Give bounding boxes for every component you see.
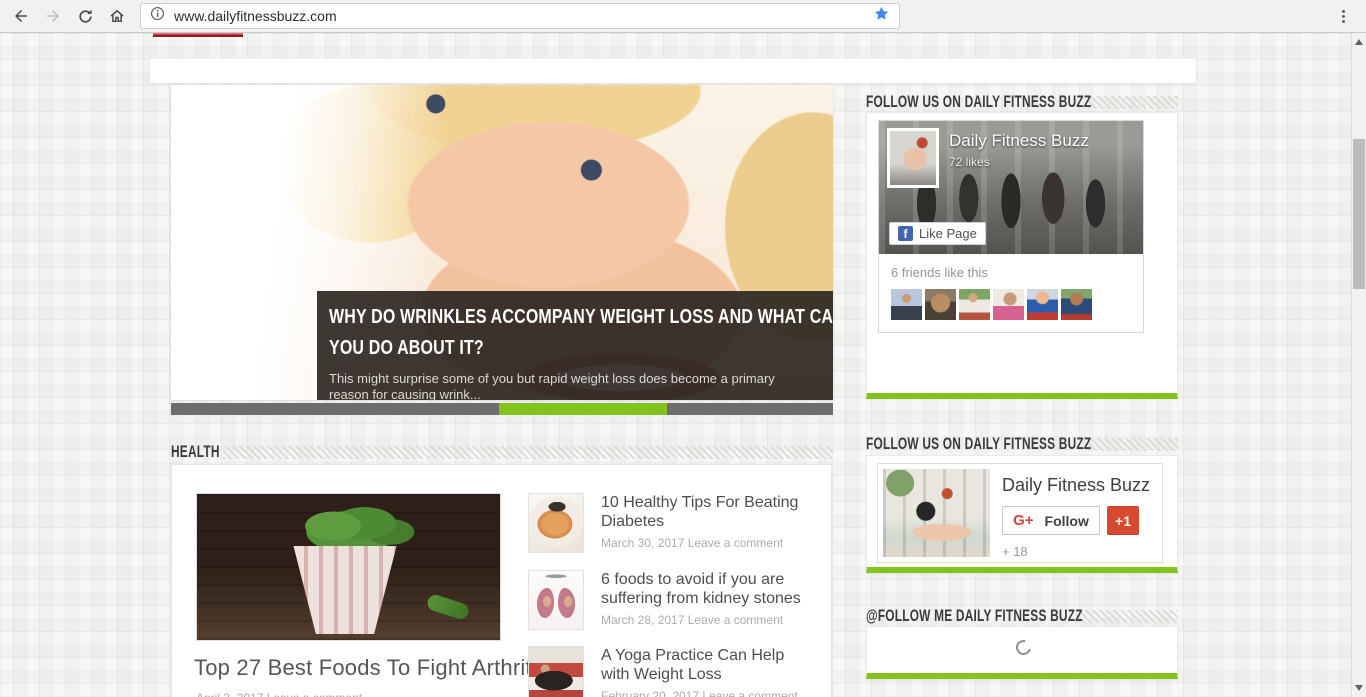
gplus-icon: G+ (1013, 512, 1033, 529)
facebook-widget-heading: FOLLOW US ON DAILY FITNESS BUZZ (866, 92, 1178, 112)
friend-avatar[interactable] (1027, 289, 1058, 320)
loading-spinner-icon (1013, 637, 1033, 657)
slider-progress-fill (499, 403, 667, 415)
browser-menu-button[interactable] (1334, 7, 1352, 25)
facebook-page-widget: Daily Fitness Buzz 72 likes f Like Page … (866, 112, 1178, 399)
follow-label: Follow (1045, 513, 1089, 529)
three-dots-icon (1342, 10, 1345, 13)
info-circle-icon[interactable] (150, 6, 165, 26)
like-page-label: Like Page (919, 226, 977, 241)
pea-cup-shape (289, 546, 401, 634)
featured-article-meta: April 3, 2017 Leave a comment (196, 691, 362, 697)
friend-avatar[interactable] (959, 289, 990, 320)
home-button[interactable] (104, 3, 130, 29)
gplus-heading-text: FOLLOW US ON DAILY FITNESS BUZZ (866, 434, 1091, 454)
article-title[interactable]: 6 foods to avoid if you are suffering fr… (601, 570, 810, 608)
hero-excerpt: This might surprise some of you but rapi… (329, 371, 807, 400)
plus-one-button[interactable]: +1 (1107, 506, 1139, 535)
hero-title-link[interactable]: WHY DO WRINKLES ACCOMPANY WEIGHT LOSS AN… (329, 302, 833, 364)
facebook-like-page-button[interactable]: f Like Page (889, 222, 986, 245)
facebook-profile-picture[interactable] (887, 128, 939, 188)
heading-stripes-decoration (1076, 610, 1178, 623)
facebook-heading-text: FOLLOW US ON DAILY FITNESS BUZZ (866, 92, 1091, 112)
url-text[interactable]: www.dailyfitnessbuzz.com (174, 8, 873, 24)
gplus-widget-heading: FOLLOW US ON DAILY FITNESS BUZZ (866, 434, 1178, 454)
article-thumbnail[interactable] (528, 570, 584, 630)
home-icon (108, 7, 126, 25)
article-title[interactable]: A Yoga Practice Can Help with Weight Los… (601, 646, 810, 684)
reload-button[interactable] (72, 3, 98, 29)
page-scrollbar[interactable] (1351, 33, 1366, 697)
hero-slide[interactable]: WHY DO WRINKLES ACCOMPANY WEIGHT LOSS AN… (171, 85, 833, 400)
active-nav-underline (153, 33, 243, 37)
forward-arrow-icon (44, 7, 62, 25)
article-thumbnail[interactable] (528, 646, 584, 697)
scroll-up-arrow-icon[interactable] (1355, 39, 1363, 45)
twitter-heading-text: @FOLLOW ME DAILY FITNESS BUZZ (866, 606, 1083, 626)
friends-like-text: 6 friends like this (891, 265, 1131, 280)
reload-icon (77, 8, 94, 25)
health-heading-text: HEALTH (171, 442, 220, 462)
forward-button[interactable] (40, 3, 66, 29)
friend-avatar[interactable] (891, 289, 922, 320)
gplus-card: Daily Fitness Buzz G+ Follow +1 + 18 (877, 463, 1163, 563)
gplus-page-name[interactable]: Daily Fitness Buzz (1002, 475, 1150, 496)
featured-article-title[interactable]: Top 27 Best Foods To Fight Arthritis (194, 655, 548, 681)
slider-progress-bar[interactable] (171, 403, 833, 415)
facebook-friends-section: 6 friends like this (879, 254, 1143, 332)
heading-stripes-decoration (1088, 96, 1178, 109)
hero-caption: WHY DO WRINKLES ACCOMPANY WEIGHT LOSS AN… (317, 291, 833, 400)
page-content: WHY DO WRINKLES ACCOMPANY WEIGHT LOSS AN… (0, 33, 1366, 697)
article-meta: March 30, 2017 Leave a comment (601, 536, 810, 550)
facebook-icon: f (898, 226, 913, 241)
friend-avatar[interactable] (1061, 289, 1092, 320)
friend-avatar[interactable] (993, 289, 1024, 320)
featured-article-image[interactable] (196, 493, 501, 641)
article-meta: March 28, 2017 Leave a comment (601, 613, 810, 627)
address-bar[interactable]: www.dailyfitnessbuzz.com (140, 3, 900, 29)
facebook-page-plugin: Daily Fitness Buzz 72 likes f Like Page … (878, 120, 1144, 333)
plus-one-count: + 18 (1002, 544, 1028, 559)
heading-stripes-decoration (223, 446, 833, 459)
twitter-widget-heading: @FOLLOW ME DAILY FITNESS BUZZ (866, 606, 1178, 626)
article-thumbnail[interactable] (528, 493, 584, 553)
gplus-follow-button[interactable]: G+ Follow (1002, 506, 1100, 535)
bookmark-star-icon[interactable] (873, 5, 890, 27)
article-title[interactable]: 10 Healthy Tips For Beating Diabetes (601, 493, 810, 531)
facebook-likes-count: 72 likes (949, 155, 990, 169)
pea-stray-shape (426, 593, 471, 621)
friend-avatars-row (891, 289, 1131, 320)
twitter-feed-widget (866, 626, 1178, 679)
friend-avatar[interactable] (925, 289, 956, 320)
browser-toolbar: www.dailyfitnessbuzz.com (0, 0, 1366, 33)
health-section-heading: HEALTH (171, 442, 833, 462)
health-articles-card: Top 27 Best Foods To Fight Arthritis Apr… (171, 464, 832, 697)
article-list-item: 10 Healthy Tips For Beating Diabetes Mar… (528, 493, 810, 553)
gplus-page-photo (883, 469, 990, 557)
site-header-band (150, 59, 1196, 83)
back-button[interactable] (8, 3, 34, 29)
article-list-item: A Yoga Practice Can Help with Weight Los… (528, 646, 810, 697)
facebook-page-name[interactable]: Daily Fitness Buzz (949, 131, 1089, 151)
scroll-down-arrow-icon[interactable] (1355, 685, 1363, 691)
article-list-item: 6 foods to avoid if you are suffering fr… (528, 570, 810, 630)
gplus-follow-widget: Daily Fitness Buzz G+ Follow +1 + 18 (866, 455, 1178, 573)
scrollbar-thumb[interactable] (1353, 139, 1365, 289)
article-meta: February 20, 2017 Leave a comment (601, 689, 810, 697)
facebook-cover-photo[interactable]: Daily Fitness Buzz 72 likes f Like Page (879, 121, 1143, 254)
back-arrow-icon (12, 7, 30, 25)
heading-stripes-decoration (1088, 438, 1178, 451)
